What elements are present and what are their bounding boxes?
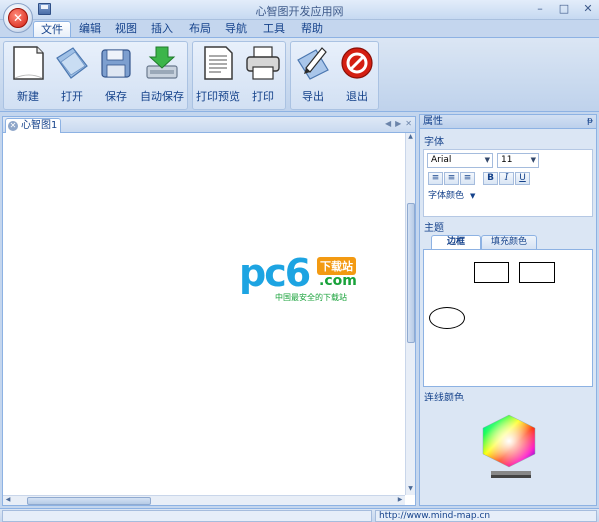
auto-save-icon — [146, 46, 178, 79]
maximize-button[interactable]: □ — [557, 2, 571, 15]
font-size-value: 11 — [501, 155, 513, 165]
close-document-icon[interactable]: ✕ — [405, 119, 412, 128]
export-icon — [297, 47, 329, 80]
document-tab-nav: ◀ ▶ ✕ — [385, 119, 412, 128]
ribbon-group-exit: 导出 退出 — [290, 41, 379, 110]
font-family-select[interactable]: Arial ▼ — [427, 153, 493, 168]
save-disk-icon — [101, 49, 131, 78]
font-size-select[interactable]: 11 ▼ — [497, 153, 539, 168]
menu-tab-file[interactable]: 文件 — [33, 21, 71, 38]
align-right-button[interactable]: ≡ — [460, 172, 475, 185]
open-folder-icon — [56, 47, 88, 79]
mind-map-canvas[interactable]: pc6 下载站 .com 中国最安全的下载站 — [3, 133, 405, 495]
print-preview-icon — [204, 46, 233, 80]
menu-tab-layout[interactable]: 布局 — [184, 21, 216, 38]
line-color-picker — [423, 401, 593, 503]
ribbon-group-print: 打印预览 打印 — [192, 41, 286, 110]
exit-icon — [341, 47, 373, 79]
menu-tab-navigate[interactable]: 导航 — [220, 21, 252, 38]
scroll-left-icon[interactable]: ◀ — [3, 496, 13, 505]
printer-icon — [246, 46, 280, 80]
ribbon-group-file: 新建 打开 保存 自动保存 — [3, 41, 188, 110]
italic-button[interactable]: I — [499, 172, 514, 185]
status-url[interactable]: http://www.mind-map.cn — [375, 510, 597, 522]
menu-tab-tools[interactable]: 工具 — [258, 21, 290, 38]
align-center-button[interactable]: ≡ — [444, 172, 459, 185]
scroll-up-icon[interactable]: ▲ — [406, 133, 415, 143]
border-rectangle-option[interactable] — [474, 262, 509, 283]
close-tab-icon[interactable]: ✕ — [8, 121, 18, 131]
watermark-pc6: pc6 — [239, 251, 311, 295]
format-toolbar: ≡ ≡ ≡ B I U — [428, 172, 530, 185]
status-bar: http://www.mind-map.cn — [0, 508, 599, 522]
new-document-icon — [13, 46, 44, 80]
font-settings: Arial ▼ 11 ▼ ≡ ≡ ≡ B I U 字体颜色 ▼ — [423, 149, 593, 217]
title-bar: 心智图开发应用网 – □ ✕ — [0, 0, 599, 20]
pin-icon[interactable]: ᵽ — [587, 115, 593, 128]
chevron-down-icon: ▼ — [530, 156, 536, 164]
tab-border[interactable]: 边框 — [431, 235, 481, 249]
auto-save-button[interactable]: 自动保存 — [140, 44, 184, 106]
properties-title: 属性 — [423, 116, 443, 127]
exit-button[interactable]: 退出 — [335, 44, 379, 106]
properties-panel: 属性 ᵽ 字体 Arial ▼ 11 ▼ ≡ ≡ ≡ B I U 字体颜色 ▼ … — [419, 114, 597, 506]
align-left-button[interactable]: ≡ — [428, 172, 443, 185]
font-color-label: 字体颜色 — [428, 191, 465, 201]
vertical-scroll-thumb[interactable] — [407, 203, 415, 343]
bold-button[interactable]: B — [483, 172, 498, 185]
theme-section-label: 主题 — [424, 223, 444, 234]
chevron-down-icon: ▼ — [484, 156, 490, 164]
menu-tab-edit[interactable]: 编辑 — [74, 21, 106, 38]
chevron-down-icon: ▼ — [470, 192, 476, 200]
scroll-right-icon[interactable]: ▶ — [395, 496, 405, 505]
font-color-dropdown[interactable]: 字体颜色 ▼ — [428, 188, 475, 201]
border-ellipse-option[interactable] — [429, 307, 465, 329]
document-tab[interactable]: ✕ 心智图1 — [5, 118, 61, 133]
scroll-tabs-right-icon[interactable]: ▶ — [395, 119, 401, 128]
tab-fill-color[interactable]: 填充颜色 — [481, 235, 537, 249]
exit-button-label: 退出 — [346, 90, 368, 103]
ribbon: 新建 打开 保存 自动保存 打印预览 打印 导出 退出 — [0, 37, 599, 112]
auto-save-button-label: 自动保存 — [140, 90, 184, 103]
menu-bar: 文件 编辑 视图 插入 布局 导航 工具 帮助 — [0, 20, 599, 38]
menu-tab-insert[interactable]: 插入 — [146, 21, 178, 38]
watermark-subtitle: 中国最安全的下载站 — [275, 293, 347, 302]
status-message — [2, 510, 372, 522]
window-controls: – □ ✕ — [533, 2, 595, 15]
horizontal-scrollbar[interactable]: ◀ ▶ — [3, 495, 405, 505]
window-title: 心智图开发应用网 — [255, 5, 344, 18]
app-menu-button[interactable]: ✕ — [3, 3, 33, 33]
properties-header: 属性 ᵽ — [420, 115, 596, 129]
watermark-logo: pc6 下载站 .com 中国最安全的下载站 — [239, 253, 369, 303]
underline-button[interactable]: U — [515, 172, 530, 185]
document-pane: ✕ 心智图1 ◀ ▶ ✕ pc6 下载站 .com 中国最安全的下载站 ▲ ▼ … — [2, 116, 416, 506]
scroll-down-icon[interactable]: ▼ — [406, 485, 415, 495]
theme-tabs: 边框 填充颜色 — [423, 235, 593, 249]
border-rounded-option[interactable] — [519, 262, 555, 283]
font-section-label: 字体 — [424, 137, 444, 148]
minimize-button[interactable]: – — [533, 2, 547, 15]
document-tab-bar: ✕ 心智图1 ◀ ▶ ✕ — [3, 117, 415, 133]
app-window: 心智图开发应用网 – □ ✕ ✕ 文件 编辑 视图 插入 布局 导航 工具 帮助 — [0, 0, 599, 522]
print-button[interactable]: 打印 — [241, 44, 285, 106]
menu-tab-help[interactable]: 帮助 — [296, 21, 328, 38]
close-button[interactable]: ✕ — [581, 2, 595, 15]
horizontal-scroll-thumb[interactable] — [27, 497, 151, 505]
document-tab-label: 心智图1 — [21, 120, 58, 131]
watermark-dotcom: .com — [319, 273, 357, 289]
scroll-tabs-left-icon[interactable]: ◀ — [385, 119, 391, 128]
menu-tab-view[interactable]: 视图 — [110, 21, 142, 38]
font-family-value: Arial — [431, 155, 452, 165]
border-style-gallery — [423, 249, 593, 387]
color-hexagon-icon[interactable] — [423, 401, 593, 503]
app-logo-icon: ✕ — [8, 8, 28, 28]
vertical-scrollbar[interactable]: ▲ ▼ — [405, 133, 415, 495]
